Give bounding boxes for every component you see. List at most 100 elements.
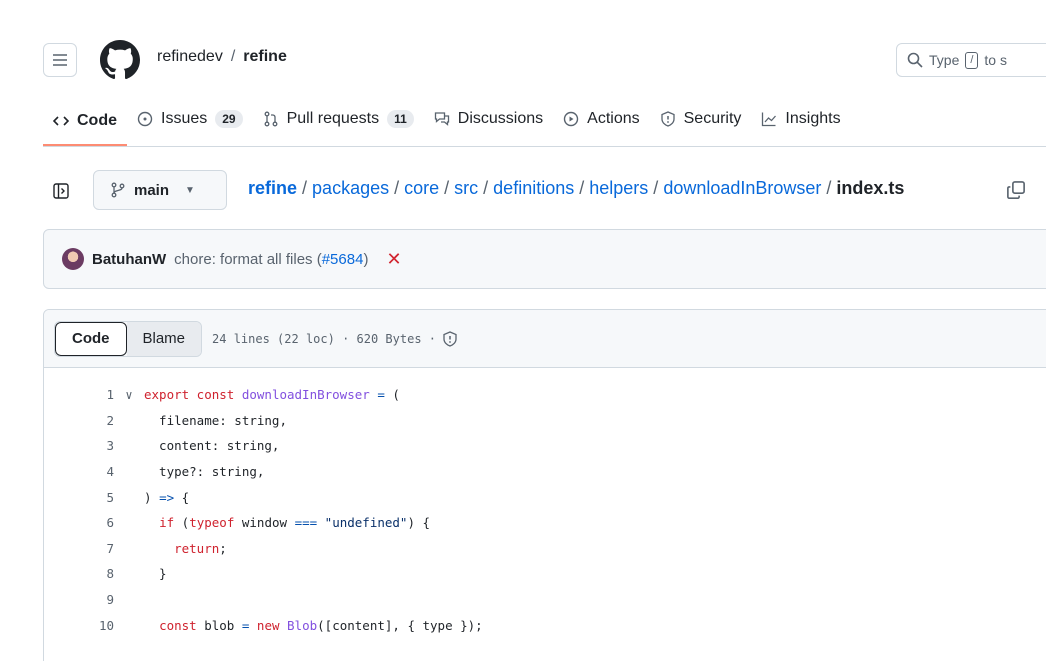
github-logo-icon[interactable] (100, 40, 140, 80)
file-viewer: Code Blame 24 lines (22 loc) · 620 Bytes… (43, 309, 1046, 661)
discussion-icon (434, 112, 449, 126)
branch-name: main (134, 181, 170, 199)
breadcrumb-link[interactable]: definitions (493, 178, 574, 199)
shield-icon (660, 111, 675, 127)
breadcrumb-link[interactable]: core (404, 178, 439, 199)
line-number[interactable]: 8 (44, 566, 114, 581)
tab-insights[interactable]: Insights (751, 98, 850, 140)
breadcrumb-separator: / (444, 178, 450, 198)
line-number[interactable]: 9 (44, 592, 114, 607)
breadcrumb-separator: / (653, 178, 659, 198)
repo-path: refinedev / refine (157, 48, 287, 66)
repo-tabs: Code Issues 29 Pull requests 11 Discussi… (43, 98, 851, 148)
breadcrumb-separator: / (579, 178, 585, 198)
path-separator: / (230, 48, 236, 65)
line-number[interactable]: 10 (44, 618, 114, 633)
tab-label: Security (683, 110, 742, 127)
code-text: if (typeof window === "undefined") { (159, 515, 431, 531)
pull-requests-count-badge: 11 (387, 110, 414, 128)
code-text: content: string, (144, 438, 280, 454)
tab-discussions[interactable]: Discussions (424, 98, 553, 140)
header-divider (43, 146, 1046, 147)
code-line: 4 type?: string, (44, 459, 1046, 485)
line-number[interactable]: 4 (44, 464, 114, 479)
code-text: ) => { (144, 489, 190, 505)
search-icon (907, 52, 923, 68)
commit-pr-link[interactable]: #5684 (322, 251, 364, 268)
copy-path-icon[interactable] (1006, 180, 1026, 200)
commit-author-link[interactable]: BatuhanW (92, 251, 166, 268)
repo-name-link[interactable]: refine (243, 48, 287, 66)
repo-header: refinedev / refine Type / to s Code Issu… (0, 0, 1046, 148)
code-text: export const downloadInBrowser = ( (144, 387, 400, 403)
line-number[interactable]: 6 (44, 515, 114, 530)
tab-label: Insights (785, 110, 841, 127)
menu-button[interactable] (43, 43, 77, 77)
commit-message[interactable]: chore: format all files (#5684) (174, 251, 368, 268)
code-line: 8 } (44, 561, 1046, 587)
line-number[interactable]: 1 (44, 387, 114, 402)
breadcrumb: refine / packages / core / src / definit… (248, 178, 904, 199)
code-view-button[interactable]: Code (55, 321, 127, 356)
file-header: Code Blame 24 lines (22 loc) · 620 Bytes… (44, 310, 1046, 368)
search-input[interactable]: Type / to s (896, 43, 1046, 77)
tab-label: Code (77, 112, 117, 129)
hamburger-icon (53, 54, 67, 66)
tab-pull-requests[interactable]: Pull requests 11 (253, 98, 424, 140)
issue-icon (137, 111, 153, 127)
commit-message-end: ) (363, 250, 369, 268)
tab-issues[interactable]: Issues 29 (127, 98, 253, 140)
code-line: 3 content: string, (44, 433, 1046, 459)
code-text: const blob = new Blob([content], { type … (159, 617, 483, 633)
line-number[interactable]: 3 (44, 438, 114, 453)
pull-request-icon (264, 111, 278, 127)
issues-count-badge: 29 (215, 110, 243, 128)
code-line: 2 filename: string, (44, 408, 1046, 434)
code-text: } (144, 566, 167, 582)
search-placeholder-prefix: Type (929, 52, 960, 68)
line-number[interactable]: 5 (44, 490, 114, 505)
tab-label: Issues (161, 110, 208, 127)
chevron-down-icon: ▼ (185, 184, 195, 196)
code-line: 6 if (typeof window === "undefined") { (44, 510, 1046, 536)
breadcrumb-separator: / (483, 178, 489, 198)
chevron-down-icon[interactable]: ∨ (114, 388, 144, 402)
graph-icon (762, 112, 777, 127)
tab-label: Pull requests (286, 110, 380, 127)
breadcrumb-link[interactable]: downloadInBrowser (663, 178, 821, 199)
code-text: return; (174, 540, 227, 556)
code-line: 5 ) => { (44, 484, 1046, 510)
blame-view-button[interactable]: Blame (126, 321, 202, 356)
breadcrumb-separator: / (826, 178, 832, 198)
code-body: 1 ∨ export const downloadInBrowser = ( 2… (44, 368, 1046, 638)
breadcrumb-link[interactable]: helpers (589, 178, 648, 199)
view-mode-toggle: Code Blame (54, 320, 203, 357)
breadcrumb-link[interactable]: src (454, 178, 478, 199)
shield-icon[interactable] (442, 330, 458, 347)
file-meta: 24 lines (22 loc) · 620 Bytes · (212, 330, 458, 347)
check-failed-icon[interactable]: ✕ (386, 249, 401, 270)
code-line: 1 ∨ export const downloadInBrowser = ( (44, 382, 1046, 408)
code-text: filename: string, (144, 412, 287, 428)
tab-code[interactable]: Code (43, 98, 127, 146)
tab-security[interactable]: Security (650, 98, 752, 140)
code-line: 10 const blob = new Blob([content], { ty… (44, 612, 1046, 638)
commit-message-text: chore: format all files ( (174, 250, 322, 268)
code-line: 9 (44, 587, 1046, 613)
tab-label: Discussions (457, 110, 544, 127)
avatar[interactable] (62, 248, 84, 270)
play-icon (563, 111, 579, 127)
sidebar-expand-icon[interactable] (53, 183, 69, 199)
branch-selector[interactable]: main ▼ (93, 170, 227, 210)
line-number[interactable]: 2 (44, 413, 114, 428)
repo-owner-link[interactable]: refinedev (157, 48, 223, 66)
tab-actions[interactable]: Actions (553, 98, 649, 140)
breadcrumb-separator: / (302, 178, 308, 198)
tab-label: Actions (587, 110, 640, 127)
breadcrumb-root-link[interactable]: refine (248, 178, 297, 199)
line-number[interactable]: 7 (44, 541, 114, 556)
code-text: type?: string, (144, 464, 265, 480)
search-placeholder-suffix: to s (984, 52, 1007, 68)
breadcrumb-separator: / (394, 178, 400, 198)
breadcrumb-link[interactable]: packages (312, 178, 389, 199)
